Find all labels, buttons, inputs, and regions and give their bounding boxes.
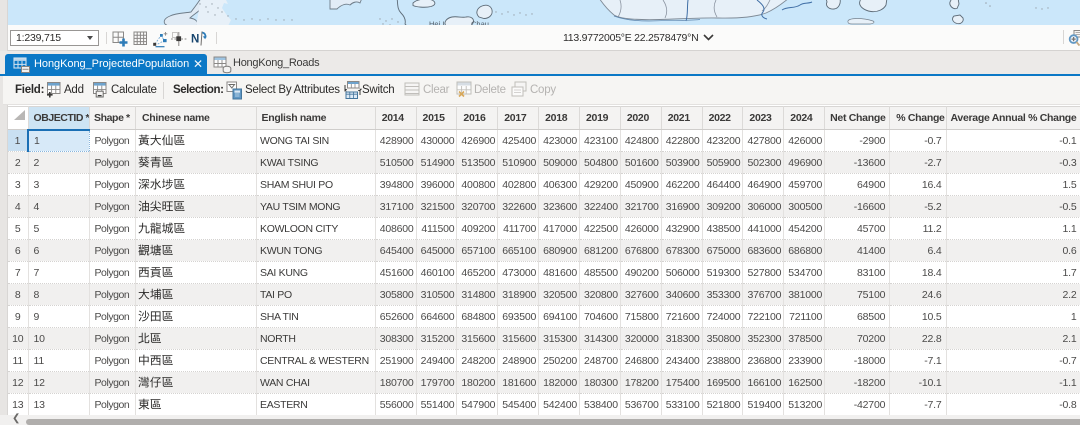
svg-text:N: N [191,34,199,46]
